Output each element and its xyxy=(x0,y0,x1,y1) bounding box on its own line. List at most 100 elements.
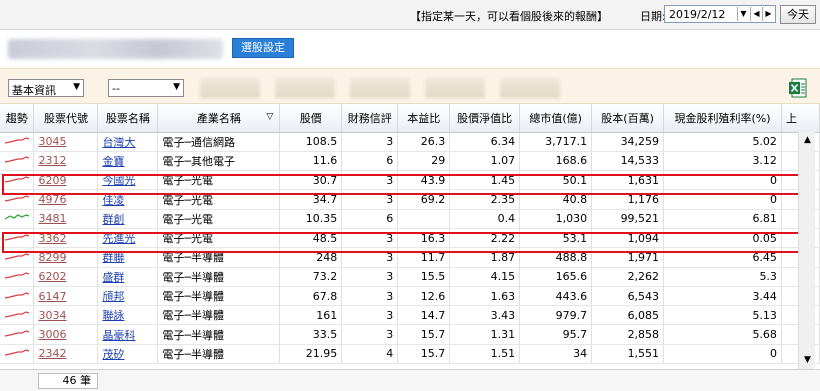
stock-code-link[interactable]: 3481 xyxy=(38,212,66,225)
blurred-button[interactable] xyxy=(500,78,560,98)
stock-selection-settings-button[interactable]: 選股設定 xyxy=(232,38,294,58)
stock-name-link[interactable]: 今國光 xyxy=(102,174,135,187)
table-row[interactable]: 6147 頎邦 電子─半導體 67.8 3 12.6 1.63 443.6 6,543 3.44 xyxy=(0,286,820,307)
cell-name[interactable]: 頎邦 xyxy=(97,286,159,307)
cell-trend[interactable] xyxy=(0,305,35,326)
cell-name[interactable]: 聯詠 xyxy=(97,305,159,326)
cell-trend[interactable] xyxy=(0,189,35,210)
stock-code-link[interactable]: 3034 xyxy=(38,309,66,322)
category-select[interactable]: 基本資訊 ▼ xyxy=(8,79,84,97)
col-header-pe[interactable]: 本益比 xyxy=(397,104,451,133)
stock-name-link[interactable]: 群創 xyxy=(102,213,124,226)
table-row[interactable]: 6209 今國光 電子─光電 30.7 3 43.9 1.45 50.1 1,631 0 xyxy=(0,170,820,191)
stock-code-link[interactable]: 4976 xyxy=(38,193,66,206)
col-header-more[interactable]: 上 xyxy=(781,104,820,133)
prev-date-icon[interactable]: ◀ xyxy=(750,7,762,21)
table-row[interactable]: 8299 群聯 電子─半導體 248 3 11.7 1.87 488.8 1,971 6.45 xyxy=(0,247,820,268)
cell-name[interactable]: 群聯 xyxy=(97,247,159,268)
cell-code[interactable]: 3006 xyxy=(33,324,99,345)
col-header-code[interactable]: 股票代號 xyxy=(33,104,99,133)
table-row[interactable]: 3045 台灣大 電子─通信網路 108.5 3 26.3 6.34 3,717.1 34,25… xyxy=(0,132,820,152)
cell-code[interactable]: 8299 xyxy=(33,247,99,268)
date-picker[interactable]: 2019/2/12 ▼ ◀ ▶ xyxy=(664,5,776,23)
cell-code[interactable]: 2342 xyxy=(33,344,99,365)
stock-code-link[interactable]: 6209 xyxy=(38,174,66,187)
cell-trend[interactable] xyxy=(0,247,35,268)
cell-name[interactable]: 今國光 xyxy=(97,170,159,191)
blurred-button[interactable] xyxy=(200,78,260,98)
cell-name[interactable]: 金寶 xyxy=(97,151,159,172)
cell-code[interactable]: 6202 xyxy=(33,267,99,287)
date-value[interactable]: 2019/2/12 xyxy=(669,8,725,21)
stock-code-link[interactable]: 3362 xyxy=(38,232,66,245)
blurred-button[interactable] xyxy=(425,78,485,98)
col-header-pb[interactable]: 股價淨值比 xyxy=(449,104,521,133)
cell-code[interactable]: 3034 xyxy=(33,305,99,326)
stock-code-link[interactable]: 3006 xyxy=(38,328,66,341)
stock-name-link[interactable]: 晶豪科 xyxy=(102,329,135,342)
cell-trend[interactable] xyxy=(0,228,35,249)
cell-code[interactable]: 4976 xyxy=(33,189,99,210)
secondary-select[interactable]: -- ▼ xyxy=(108,79,184,97)
today-button[interactable]: 今天 xyxy=(780,5,816,24)
stock-name-link[interactable]: 盛群 xyxy=(102,271,124,284)
table-row[interactable]: 2342 茂矽 電子─半導體 21.95 4 15.7 1.51 34 1,551 0 xyxy=(0,344,820,365)
cell-trend[interactable] xyxy=(0,209,35,229)
col-header-price[interactable]: 股價 xyxy=(279,104,343,133)
cell-trend[interactable] xyxy=(0,324,35,345)
filter-icon[interactable]: ▽ xyxy=(266,112,273,122)
excel-export-icon[interactable] xyxy=(789,78,807,98)
stock-code-link[interactable]: 2312 xyxy=(38,154,66,167)
cell-code[interactable]: 6209 xyxy=(33,170,99,191)
stock-code-link[interactable]: 6147 xyxy=(38,290,66,303)
stock-code-link[interactable]: 6202 xyxy=(38,270,66,283)
table-row[interactable]: 3362 先進光 電子─光電 48.5 3 16.3 2.22 53.1 1,094 0.05 xyxy=(0,228,820,249)
cell-name[interactable]: 台灣大 xyxy=(97,132,159,152)
stock-name-link[interactable]: 先進光 xyxy=(102,232,135,245)
cell-trend[interactable] xyxy=(0,344,35,365)
table-row[interactable]: 3481 群創 電子─光電 10.35 6 0.4 1,030 99,521 6.81 xyxy=(0,209,820,229)
cell-name[interactable]: 佳凌 xyxy=(97,189,159,210)
vertical-scrollbar[interactable]: ▲ ▼ xyxy=(798,132,815,369)
table-row[interactable]: 4976 佳凌 電子─光電 34.7 3 69.2 2.35 40.8 1,176 0 xyxy=(0,189,820,210)
blurred-button[interactable] xyxy=(275,78,335,98)
stock-code-link[interactable]: 2342 xyxy=(38,347,66,360)
cell-trend[interactable] xyxy=(0,170,35,191)
stock-name-link[interactable]: 群聯 xyxy=(102,251,124,264)
col-header-capital[interactable]: 股本(百萬) xyxy=(591,104,665,133)
stock-name-link[interactable]: 金寶 xyxy=(102,155,124,168)
cell-name[interactable]: 群創 xyxy=(97,209,159,229)
col-header-trend[interactable]: 趨勢 xyxy=(0,104,35,133)
col-header-industry[interactable]: 產業名稱 ▽ xyxy=(157,104,281,133)
stock-code-link[interactable]: 8299 xyxy=(38,251,66,264)
cell-trend[interactable] xyxy=(0,267,35,287)
stock-name-link[interactable]: 聯詠 xyxy=(102,309,124,322)
cell-code[interactable]: 3045 xyxy=(33,132,99,152)
col-header-name[interactable]: 股票名稱 xyxy=(97,104,159,133)
blurred-button[interactable] xyxy=(350,78,410,98)
col-header-yield[interactable]: 現金股利殖利率(%) xyxy=(663,104,782,133)
stock-name-link[interactable]: 台灣大 xyxy=(102,136,135,149)
table-row[interactable]: 3006 晶豪科 電子─半導體 33.5 3 15.7 1.31 95.7 2,858 5.68 xyxy=(0,324,820,345)
cell-code[interactable]: 2312 xyxy=(33,151,99,172)
cell-name[interactable]: 先進光 xyxy=(97,228,159,249)
cell-code[interactable]: 3481 xyxy=(33,209,99,229)
cell-name[interactable]: 晶豪科 xyxy=(97,324,159,345)
table-row[interactable]: 6202 盛群 電子─半導體 73.2 3 15.5 4.15 165.6 2,262 5.3 xyxy=(0,267,820,287)
stock-name-link[interactable]: 佳凌 xyxy=(102,194,124,207)
cell-trend[interactable] xyxy=(0,132,35,152)
stock-name-link[interactable]: 頎邦 xyxy=(102,290,124,303)
cell-name[interactable]: 盛群 xyxy=(97,267,159,287)
stock-name-link[interactable]: 茂矽 xyxy=(102,348,124,361)
stock-code-link[interactable]: 3045 xyxy=(38,135,66,148)
cell-name[interactable]: 茂矽 xyxy=(97,344,159,365)
cell-trend[interactable] xyxy=(0,151,35,172)
next-date-icon[interactable]: ▶ xyxy=(762,7,774,21)
col-header-mcap[interactable]: 總市值(億) xyxy=(519,104,593,133)
cell-code[interactable]: 3362 xyxy=(33,228,99,249)
col-header-rating[interactable]: 財務信評 xyxy=(341,104,399,133)
cell-code[interactable]: 6147 xyxy=(33,286,99,307)
scroll-up-icon[interactable]: ▲ xyxy=(801,134,814,147)
chevron-down-icon[interactable]: ▼ xyxy=(737,7,749,21)
table-row[interactable]: 2312 金寶 電子─其他電子 11.6 6 29 1.07 168.6 14,533 3.12 xyxy=(0,151,820,172)
